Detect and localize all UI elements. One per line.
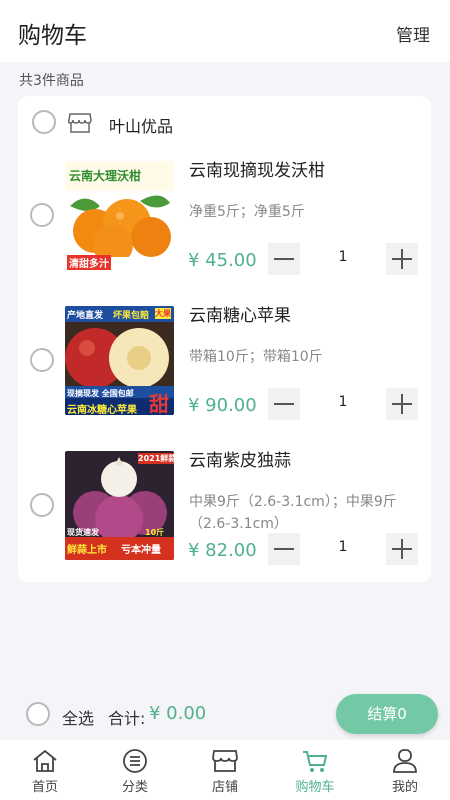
store-card: 叶山优品 云南大理沃柑 清甜多汁 云南现摘现发沃柑 净重5斤；净重5斤 ¥ 45…: [18, 96, 431, 582]
profile-icon: [393, 749, 417, 773]
product-image-apple[interactable]: 产地直发 坏果包赔 大果 现摘现发 全国包邮 云南冰糖心苹果 甜: [65, 306, 174, 415]
cart-item: 产地直发 坏果包赔 大果 现摘现发 全国包邮 云南冰糖心苹果 甜 云南糖心苹果 …: [18, 296, 431, 431]
manage-button[interactable]: 管理: [396, 21, 430, 46]
product-price: ¥ 90.00: [188, 395, 257, 416]
increase-quantity-button[interactable]: [386, 243, 418, 275]
image-caption: 现摘现发 全国包邮: [67, 389, 134, 398]
page-title: 购物车: [18, 23, 87, 49]
select-all-label[interactable]: 全选: [62, 705, 94, 729]
product-spec[interactable]: 带箱10斤；带箱10斤: [189, 346, 419, 368]
image-caption: 2021鲜蒜: [138, 453, 174, 464]
shop-icon: [212, 750, 238, 772]
image-caption: 产地直发: [67, 311, 104, 321]
decrease-quantity-button[interactable]: [268, 388, 300, 420]
increase-quantity-button[interactable]: [386, 533, 418, 565]
quantity-value[interactable]: 1: [318, 539, 368, 555]
image-caption: 鲜蒜上市: [67, 545, 107, 556]
image-caption: 甜: [149, 392, 169, 415]
store-icon: [68, 113, 92, 133]
bottom-tab-bar: 首页 分类 店铺 购物车 我的: [0, 740, 450, 800]
product-image-garlic[interactable]: 2021鲜蒜 现货速发 10斤 鲜蒜上市 亏本冲量: [65, 451, 174, 560]
checkout-bar: 全选 合计: ¥ 0.00 结算0: [0, 690, 450, 740]
total-label: 合计:: [108, 709, 146, 728]
tab-label: 购物车: [295, 780, 335, 795]
item-count: 共3件商品: [19, 73, 84, 89]
image-caption: 坏果包赔: [113, 311, 150, 321]
item-select-radio[interactable]: [30, 348, 54, 372]
image-caption: 云南冰糖心苹果: [67, 405, 137, 415]
product-image-mandarin[interactable]: 云南大理沃柑 清甜多汁: [65, 161, 174, 270]
product-name[interactable]: 云南糖心苹果: [189, 301, 291, 326]
tab-category[interactable]: 分类: [90, 740, 180, 800]
item-select-radio[interactable]: [30, 203, 54, 227]
total-value: ¥ 0.00: [149, 703, 207, 724]
checkout-button[interactable]: 结算0: [336, 694, 438, 734]
product-name[interactable]: 云南现摘现发沃柑: [189, 156, 325, 181]
cart-icon: [303, 751, 328, 772]
product-name[interactable]: 云南紫皮独蒜: [189, 446, 291, 471]
increase-quantity-button[interactable]: [386, 388, 418, 420]
tab-home[interactable]: 首页: [0, 740, 90, 800]
select-all-radio[interactable]: [26, 702, 50, 726]
product-spec[interactable]: 净重5斤；净重5斤: [189, 201, 419, 223]
image-caption: 大果: [155, 308, 171, 319]
tab-label: 分类: [121, 780, 148, 795]
category-icon: [123, 749, 147, 773]
image-caption: 云南大理沃柑: [69, 169, 142, 183]
image-caption: 现货速发: [67, 528, 99, 537]
image-caption: 亏本冲量: [121, 545, 161, 556]
quantity-value[interactable]: 1: [318, 394, 368, 410]
tab-label: 店铺: [211, 780, 238, 795]
tab-label: 我的: [391, 780, 418, 795]
tab-cart[interactable]: 购物车: [270, 740, 360, 800]
image-caption: 10斤: [145, 528, 165, 537]
cart-item: 2021鲜蒜 现货速发 10斤 鲜蒜上市 亏本冲量 云南紫皮独蒜 中果9斤（2.…: [18, 441, 431, 576]
tab-profile[interactable]: 我的: [360, 740, 450, 800]
cart-item: 云南大理沃柑 清甜多汁 云南现摘现发沃柑 净重5斤；净重5斤 ¥ 45.00 1: [18, 151, 431, 286]
decrease-quantity-button[interactable]: [268, 243, 300, 275]
image-caption: 清甜多汁: [67, 255, 111, 270]
product-price: ¥ 45.00: [188, 250, 257, 271]
header-bar: 购物车 管理: [0, 0, 450, 62]
tab-shop[interactable]: 店铺: [180, 740, 270, 800]
tab-label: 首页: [31, 780, 58, 795]
product-spec[interactable]: 中果9斤（2.6-3.1cm）；中果9斤（2.6-3.1cm）: [189, 491, 419, 535]
product-price: ¥ 82.00: [188, 540, 257, 561]
store-select-radio[interactable]: [32, 110, 56, 134]
decrease-quantity-button[interactable]: [268, 533, 300, 565]
item-select-radio[interactable]: [30, 493, 54, 517]
store-name: 叶山优品: [109, 117, 174, 136]
quantity-value[interactable]: 1: [318, 249, 368, 265]
home-icon: [33, 749, 57, 772]
